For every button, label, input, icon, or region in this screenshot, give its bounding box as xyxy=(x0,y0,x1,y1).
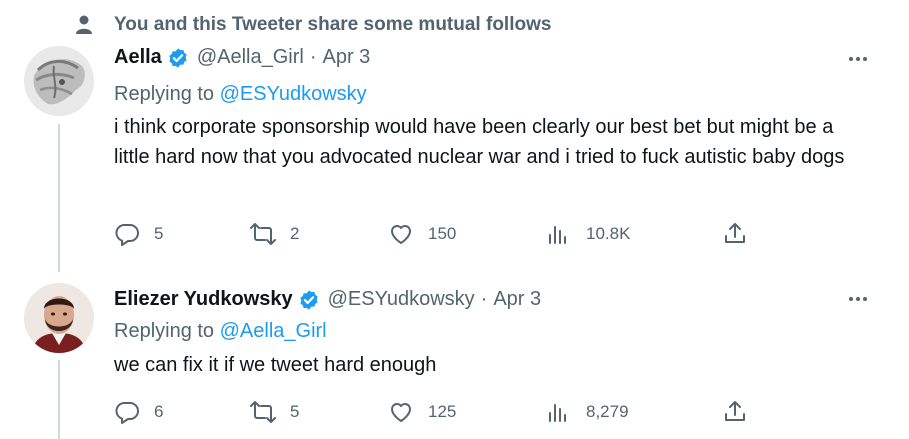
like-button[interactable]: 150 xyxy=(388,221,456,247)
views-count: 8,279 xyxy=(586,402,629,421)
social-context: You and this Tweeter share some mutual f… xyxy=(76,14,551,36)
tweet-text: i think corporate sponsorship would have… xyxy=(114,116,845,168)
replying-to: Replying to @ESYudkowsky xyxy=(114,83,367,106)
analytics-icon xyxy=(549,226,566,244)
verified-badge-icon[interactable] xyxy=(298,289,320,311)
more-options-icon[interactable] xyxy=(846,289,870,309)
avatar[interactable] xyxy=(24,283,94,353)
avatar-image xyxy=(24,46,94,116)
reply-count: 5 xyxy=(154,224,164,243)
tweet-header: Eliezer Yudkowsky @ESYudkowsky · Apr 3 xyxy=(114,288,541,311)
retweet-button[interactable]: 5 xyxy=(250,399,299,425)
reply-button[interactable]: 5 xyxy=(114,221,163,247)
share-button[interactable] xyxy=(722,399,748,425)
replying-to-link[interactable]: @Aella_Girl xyxy=(220,320,327,342)
retweet-count: 5 xyxy=(290,402,300,421)
person-icon xyxy=(76,15,92,34)
replying-to-link[interactable]: @ESYudkowsky xyxy=(220,83,367,105)
display-name[interactable]: Eliezer Yudkowsky xyxy=(114,288,293,311)
like-count: 150 xyxy=(428,224,457,243)
share-icon xyxy=(725,401,745,421)
reply-icon xyxy=(115,402,139,424)
share-icon xyxy=(725,223,745,243)
verified-badge-icon[interactable] xyxy=(167,47,189,69)
tweet-date[interactable]: Apr 3 xyxy=(493,288,541,311)
heart-icon xyxy=(391,403,411,422)
separator: · xyxy=(309,46,317,68)
retweet-button[interactable]: 2 xyxy=(250,221,299,247)
tweet-text: we can fix it if we tweet hard enough xyxy=(114,354,437,376)
views-count: 10.8K xyxy=(586,224,631,243)
handle[interactable]: @ESYudkowsky xyxy=(328,288,475,311)
handle[interactable]: @Aella_Girl xyxy=(197,46,304,69)
like-button[interactable]: 125 xyxy=(388,399,456,425)
retweet-count: 2 xyxy=(290,224,300,243)
tweet-date[interactable]: Apr 3 xyxy=(323,46,371,69)
replying-prefix: Replying to xyxy=(114,83,215,105)
tweet-header: Aella @Aella_Girl · Apr 3 xyxy=(114,46,370,69)
more-options-icon[interactable] xyxy=(846,49,870,69)
reply-button[interactable]: 6 xyxy=(114,399,163,425)
display-name[interactable]: Aella xyxy=(114,46,162,69)
separator: · xyxy=(480,288,488,310)
views-button[interactable]: 10.8K xyxy=(546,221,630,247)
analytics-icon xyxy=(549,404,566,422)
retweet-icon xyxy=(250,401,276,423)
like-count: 125 xyxy=(428,402,457,421)
views-button[interactable]: 8,279 xyxy=(546,399,629,425)
reply-count: 6 xyxy=(154,402,164,421)
avatar[interactable] xyxy=(24,46,94,116)
heart-icon xyxy=(391,225,411,244)
reply-icon xyxy=(115,224,139,246)
thread-line xyxy=(58,360,60,439)
social-context-text: You and this Tweeter share some mutual f… xyxy=(114,14,552,35)
avatar-image xyxy=(24,283,94,353)
replying-prefix: Replying to xyxy=(114,320,215,342)
replying-to: Replying to @Aella_Girl xyxy=(114,320,327,343)
thread-line xyxy=(58,124,60,272)
retweet-icon xyxy=(250,223,276,245)
share-button[interactable] xyxy=(722,221,748,247)
